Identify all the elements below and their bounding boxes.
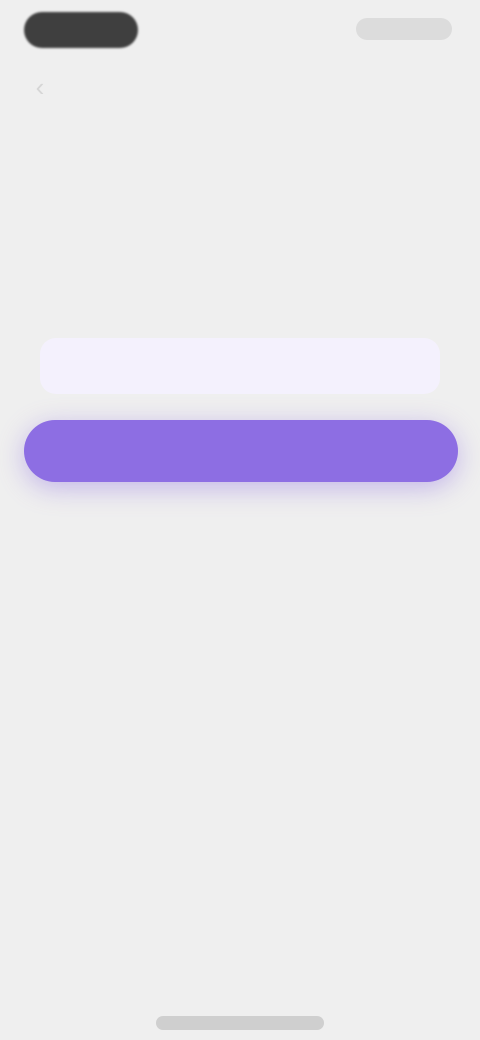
status-time: [24, 12, 138, 48]
footer-link[interactable]: [140, 564, 340, 586]
nav-title: [190, 72, 290, 100]
text-field-container: [40, 338, 440, 394]
continue-button[interactable]: [24, 420, 458, 482]
chevron-left-icon: ‹: [35, 71, 45, 102]
page-subtitle: [60, 210, 420, 266]
status-indicators: [356, 18, 452, 40]
screen: ‹: [0, 0, 480, 1040]
back-button[interactable]: ‹: [20, 70, 60, 104]
home-indicator[interactable]: [156, 1016, 324, 1030]
text-input[interactable]: [40, 338, 440, 394]
footer-note: [70, 540, 410, 560]
